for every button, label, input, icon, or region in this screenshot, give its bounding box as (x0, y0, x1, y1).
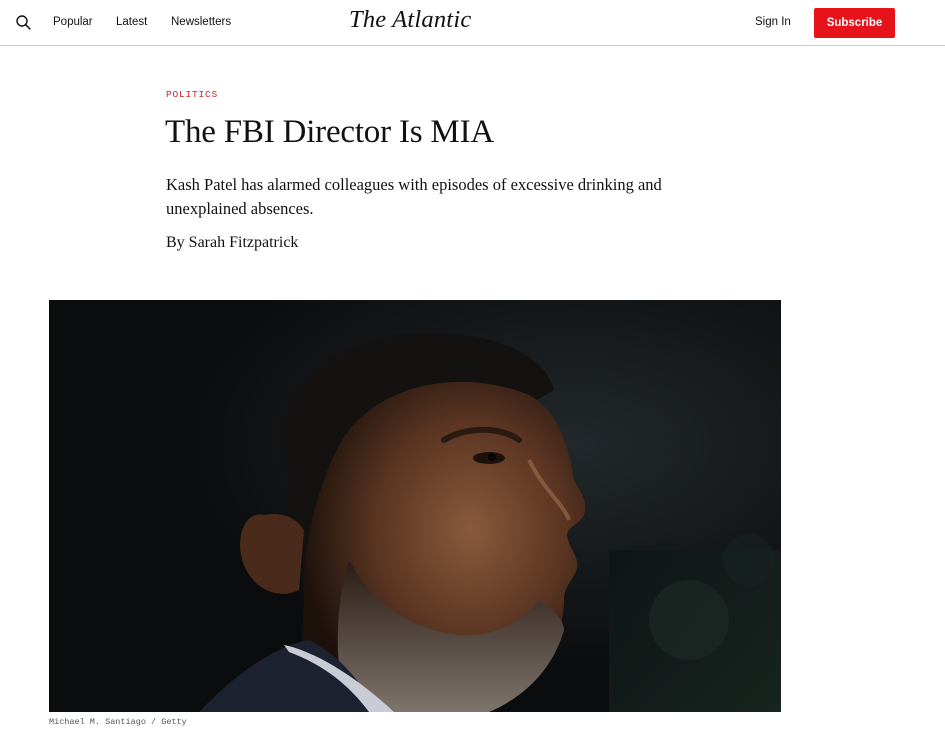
article-headline: The FBI Director Is MIA (165, 114, 494, 150)
author-link[interactable]: Sarah Fitzpatrick (189, 234, 299, 251)
nav-link-newsletters[interactable]: Newsletters (171, 16, 231, 28)
subscribe-button[interactable]: Subscribe (814, 8, 895, 38)
article-dek: Kash Patel has alarmed colleagues with e… (166, 175, 662, 218)
byline: By Sarah Fitzpatrick (166, 234, 298, 252)
site-logo[interactable]: The Atlantic (349, 6, 471, 34)
nav-link-popular[interactable]: Popular (53, 16, 93, 28)
byline-prefix: By (166, 234, 185, 251)
top-nav: Popular Latest Newsletters The Atlantic … (0, 0, 945, 46)
sign-in-link[interactable]: Sign In (755, 16, 791, 28)
section-label[interactable]: POLITICS (166, 89, 218, 100)
nav-link-latest[interactable]: Latest (116, 16, 147, 28)
image-credit: Michael M. Santiago / Getty (49, 717, 187, 727)
search-icon[interactable] (14, 13, 34, 33)
lead-image (49, 300, 781, 712)
